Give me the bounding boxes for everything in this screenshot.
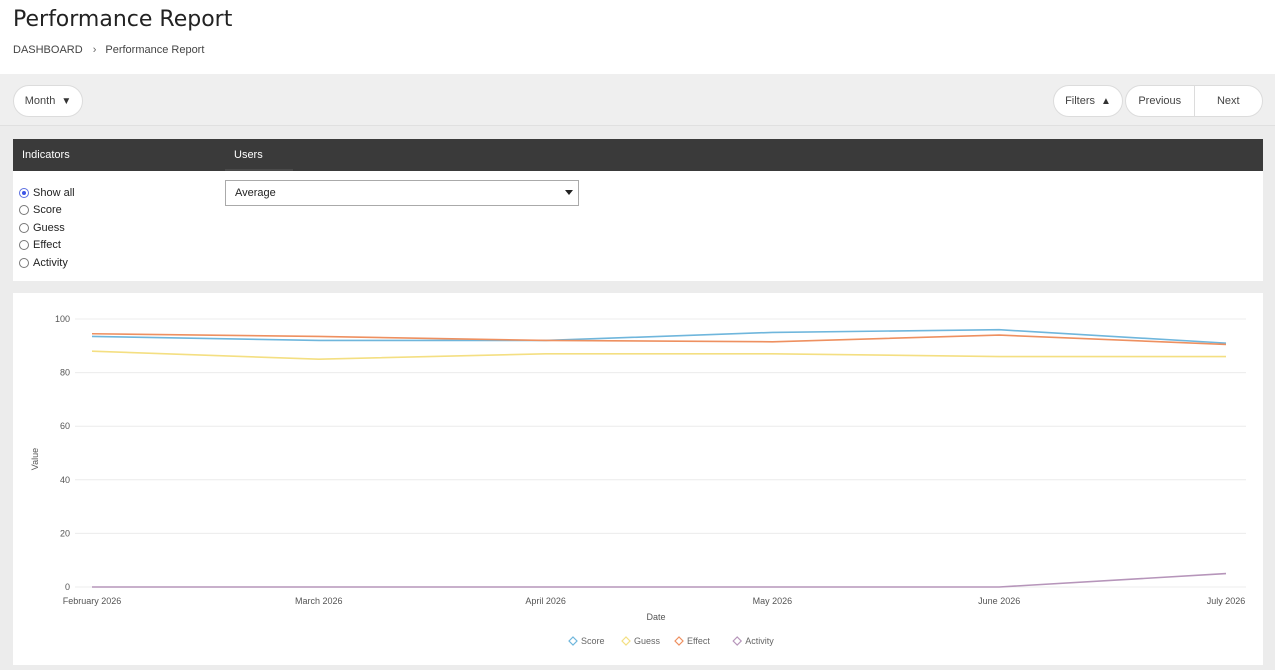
caret-down-icon — [565, 190, 573, 195]
y-tick-label: 40 — [60, 475, 70, 485]
users-header: Users — [234, 149, 263, 161]
legend-item-guess[interactable]: Guess — [621, 636, 661, 646]
caret-up-icon: ▲ — [1101, 95, 1111, 107]
radio-label: Activity — [33, 256, 68, 269]
x-tick-label: April 2026 — [525, 596, 566, 606]
diamond-icon — [674, 636, 684, 646]
y-tick-label: 0 — [65, 582, 70, 592]
y-axis-ticks: 0 20 40 60 80 100 — [55, 314, 70, 592]
chevron-right-icon: › — [92, 44, 97, 56]
indicators-header: Indicators — [22, 149, 70, 161]
y-axis-label: Value — [30, 448, 40, 470]
indicator-option-guess[interactable]: Guess — [19, 219, 75, 237]
series-line-guess[interactable] — [91, 350, 1226, 361]
chart-container: 0 20 40 60 80 100 February 2026 March 2026 Apri… — [13, 293, 1263, 665]
users-select[interactable]: Average — [225, 180, 579, 206]
legend-label: Effect — [687, 636, 710, 646]
caret-down-icon: ▼ — [61, 95, 72, 107]
filters-label: Filters — [1065, 95, 1096, 107]
radio-label: Effect — [33, 239, 61, 252]
toolbar: Month ▼ Filters ▲ Previous Next — [0, 74, 1275, 126]
radio-button[interactable] — [19, 205, 29, 216]
x-tick-label: June 2026 — [978, 596, 1020, 606]
x-axis-label: Date — [646, 612, 665, 622]
period-dropdown-button[interactable]: Month ▼ — [13, 85, 83, 117]
legend-item-activity[interactable]: Activity — [732, 636, 774, 646]
y-tick-label: 20 — [60, 528, 70, 538]
diamond-icon — [621, 636, 631, 646]
indicator-option-show-all[interactable]: Show all — [19, 184, 75, 202]
radio-label: Guess — [33, 221, 65, 234]
y-tick-label: 60 — [60, 421, 70, 431]
legend-label: Score — [581, 636, 605, 646]
users-select-value: Average — [235, 187, 276, 199]
breadcrumb-current: Performance Report — [105, 44, 205, 56]
page-title: Performance Report — [13, 7, 233, 32]
legend-item-score[interactable]: Score — [568, 636, 605, 646]
legend-label: Guess — [634, 636, 661, 646]
breadcrumb: DASHBOARD › Performance Report — [13, 44, 204, 56]
pagination-group: Previous Next — [1125, 85, 1263, 117]
chart-series — [91, 328, 1227, 588]
x-tick-label: February 2026 — [63, 596, 122, 606]
series-line-activity[interactable] — [92, 572, 1227, 588]
chart-grid — [75, 318, 1246, 588]
radio-button[interactable] — [19, 222, 29, 233]
next-button[interactable]: Next — [1195, 86, 1263, 116]
users-header-underline — [225, 169, 293, 171]
y-tick-label: 80 — [60, 368, 70, 378]
period-dropdown-label: Month — [24, 95, 56, 107]
radio-label: Show all — [33, 186, 75, 199]
x-tick-label: March 2026 — [295, 596, 343, 606]
diamond-icon — [568, 636, 578, 646]
filter-panel-header: Indicators Users — [13, 139, 1263, 171]
x-tick-label: July 2026 — [1207, 596, 1246, 606]
x-tick-label: May 2026 — [753, 596, 793, 606]
filter-panel: Indicators Users Show all Score Guess Effec… — [13, 139, 1263, 281]
previous-button[interactable]: Previous — [1126, 86, 1195, 116]
legend-item-effect[interactable]: Effect — [674, 636, 710, 646]
radio-button[interactable] — [19, 257, 29, 268]
legend-label: Activity — [745, 636, 774, 646]
diamond-icon — [732, 636, 743, 646]
filters-button[interactable]: Filters ▲ — [1053, 85, 1123, 117]
y-tick-label: 100 — [55, 314, 70, 324]
radio-label: Score — [33, 204, 62, 217]
indicator-option-score[interactable]: Score — [19, 202, 75, 220]
indicator-radio-group: Show all Score Guess Effect Activity — [19, 184, 75, 272]
radio-button[interactable] — [19, 240, 29, 251]
chart-legend: Score Guess Effect Activity — [568, 636, 774, 646]
radio-button[interactable] — [19, 187, 29, 198]
page-header: Performance Report DASHBOARD › Performan… — [0, 0, 1275, 74]
performance-line-chart: 0 20 40 60 80 100 February 2026 March 2026 Apri… — [30, 314, 1246, 646]
x-axis-ticks: February 2026 March 2026 April 2026 May 202… — [63, 596, 1246, 606]
indicator-option-activity[interactable]: Activity — [19, 254, 75, 272]
indicator-option-effect[interactable]: Effect — [19, 237, 75, 255]
breadcrumb-dashboard-link[interactable]: DASHBOARD — [13, 44, 83, 56]
